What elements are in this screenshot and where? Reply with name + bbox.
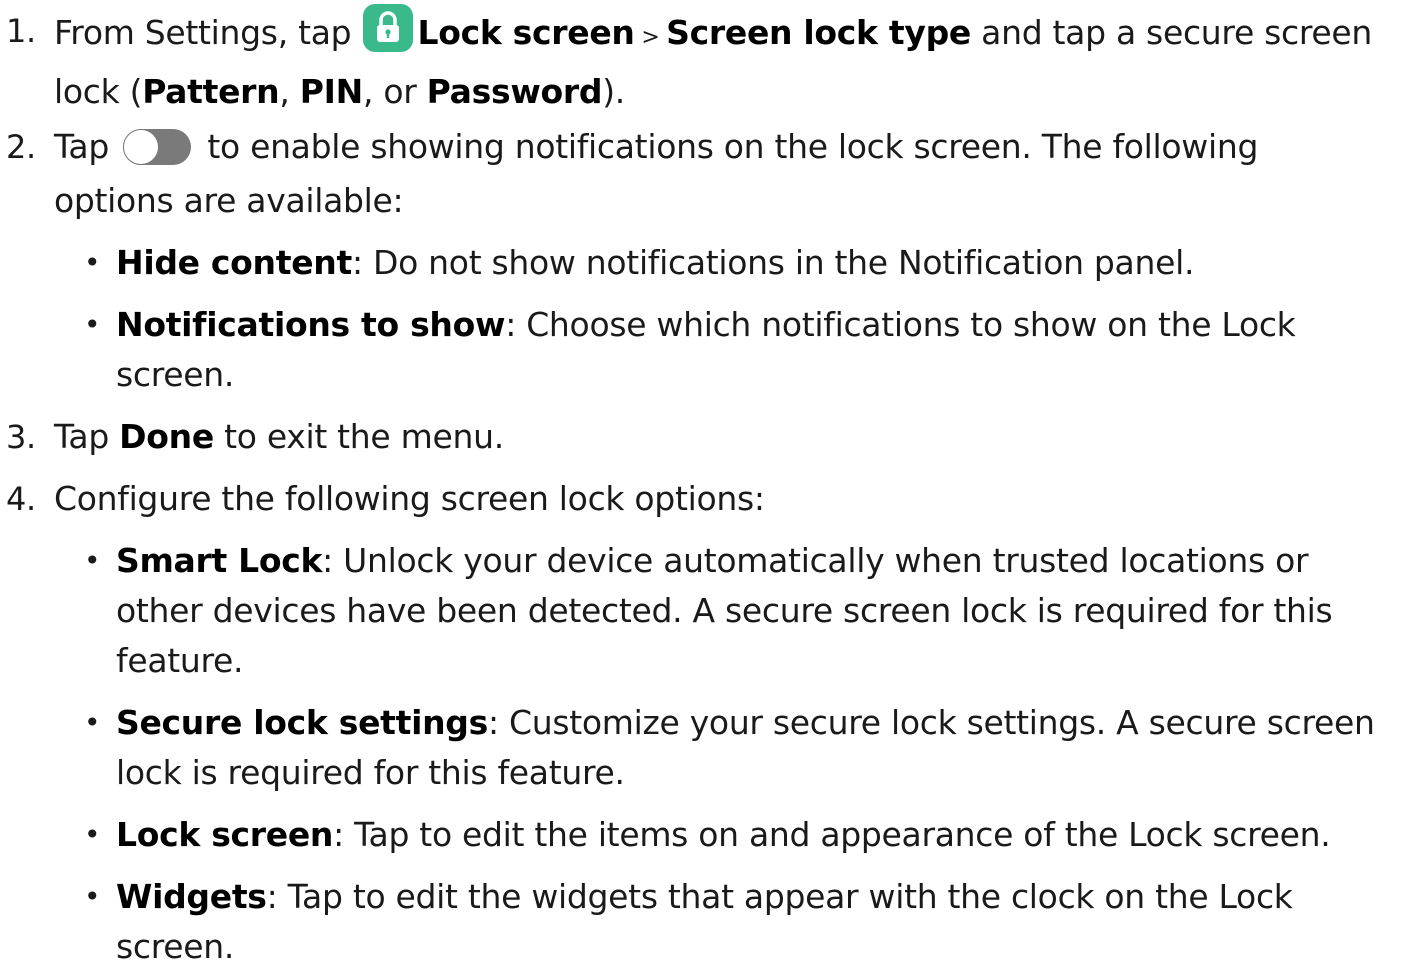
bullet-text: Widgets: Tap to edit the widgets that ap… bbox=[116, 877, 1293, 966]
lock-icon bbox=[363, 4, 414, 52]
password-term: Password bbox=[426, 72, 603, 111]
pin-term: PIN bbox=[299, 72, 363, 111]
step-2: 2. Tap to enable showing notifications o… bbox=[0, 120, 1402, 228]
step-text: Configure the following screen lock opti… bbox=[54, 479, 765, 518]
bullet-dot: • bbox=[84, 880, 101, 913]
bullet-term: Widgets bbox=[116, 877, 267, 916]
bullet-term: Hide content bbox=[116, 243, 352, 282]
bullet-dot: • bbox=[84, 246, 101, 279]
bullet-term: Lock screen bbox=[116, 815, 334, 854]
bullet-dot: • bbox=[84, 706, 101, 739]
bullet-dot: • bbox=[84, 308, 101, 341]
pattern-term: Pattern bbox=[142, 72, 280, 111]
lock-screen-term: Lock screen bbox=[417, 13, 635, 52]
bullet-text: Lock screen: Tap to edit the items on an… bbox=[116, 815, 1331, 854]
step-number: 1. bbox=[6, 12, 36, 50]
done-term: Done bbox=[119, 417, 214, 456]
toggle-knob bbox=[123, 129, 160, 165]
bullet-text: Smart Lock: Unlock your device automatic… bbox=[116, 541, 1333, 680]
toggle-off-icon bbox=[123, 129, 192, 165]
bullet-text: Secure lock settings: Customize your sec… bbox=[116, 703, 1375, 792]
step-number: 3. bbox=[6, 418, 36, 456]
bullet-text: Hide content: Do not show notifications … bbox=[116, 243, 1195, 282]
instruction-document: 1. From Settings, tap Lock screen > Scre… bbox=[0, 0, 1402, 966]
bullet-text: Notifications to show: Choose which noti… bbox=[116, 305, 1296, 394]
screen-lock-type-term: Screen lock type bbox=[666, 13, 971, 52]
bullet-dot: • bbox=[84, 818, 101, 851]
step-number: 4. bbox=[6, 480, 36, 518]
step-text: Tap to enable showing notifications on t… bbox=[54, 127, 1259, 220]
bullet-term: Smart Lock bbox=[116, 541, 323, 580]
step-1: 1. From Settings, tap Lock screen > Scre… bbox=[0, 4, 1402, 112]
bullet-term: Secure lock settings bbox=[116, 703, 488, 742]
step-text: Tap Done to exit the menu. bbox=[54, 417, 504, 456]
step-number: 2. bbox=[6, 128, 36, 166]
step-text: From Settings, tap Lock screen > Screen … bbox=[54, 4, 1382, 119]
bullet-dot: • bbox=[84, 544, 101, 577]
bullet-term: Notifications to show bbox=[116, 305, 506, 344]
